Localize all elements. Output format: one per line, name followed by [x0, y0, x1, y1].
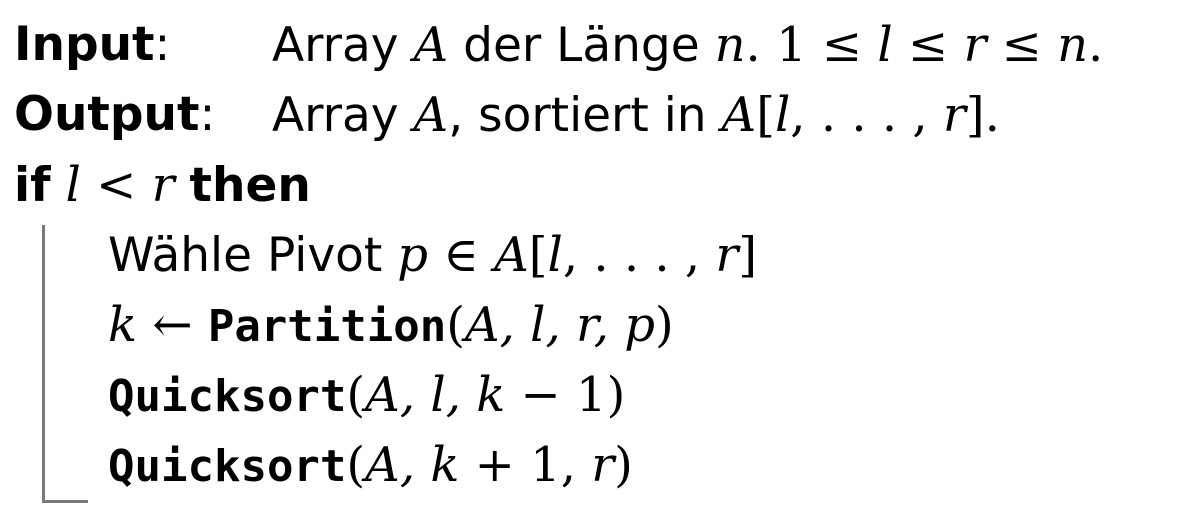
quicksort-left-paren-close: ) — [606, 367, 626, 423]
pivot-dots: , . . . , — [562, 227, 716, 283]
partition-function: Partition — [207, 301, 447, 352]
input-period-2: . — [1088, 17, 1104, 73]
output-var-r: r — [942, 87, 966, 143]
output-bracket-close: ] — [965, 87, 985, 143]
quicksort-right-function: Quicksort — [108, 441, 347, 492]
partition-args: A, l, r, p — [464, 297, 655, 353]
quicksort-right-var-r: r — [591, 437, 615, 493]
condition-var-l: l — [65, 157, 81, 213]
quicksort-right-one: 1 — [530, 437, 561, 493]
output-period: . — [984, 87, 1000, 143]
output-line: Output: Array A, sortiert in A[l, . . . … — [14, 80, 1000, 150]
output-var-a: A — [413, 87, 449, 143]
output-bracket-open: [ — [756, 87, 775, 143]
input-var-r: r — [963, 17, 987, 73]
quicksort-left-function: Quicksort — [108, 371, 347, 422]
input-colon: : — [154, 17, 171, 72]
input-text-array: Array — [272, 18, 414, 73]
then-keyword: then — [189, 158, 311, 213]
output-var-a2: A — [721, 87, 757, 143]
quicksort-left-paren-open: ( — [346, 367, 366, 423]
pivot-in-symbol: ∈ — [428, 227, 495, 283]
pivot-text: Wähle Pivot — [108, 228, 398, 283]
if-line: if l < r then — [14, 150, 311, 220]
input-leq-2: ≤ — [892, 17, 964, 73]
input-line: Input: Array A der Länge n. 1 ≤ l ≤ r ≤ … — [14, 10, 1103, 80]
algorithm-block: Input: Array A der Länge n. 1 ≤ l ≤ r ≤ … — [14, 10, 1174, 510]
quicksort-left-minus: − — [505, 367, 577, 423]
partition-paren-open: ( — [446, 297, 465, 353]
input-var-n: n — [714, 17, 746, 73]
input-label: Input — [14, 17, 155, 72]
partition-paren-close: ) — [654, 297, 674, 353]
quicksort-left-line: Quicksort(A, l, k − 1) — [108, 360, 625, 430]
block-foot-bar — [42, 500, 88, 503]
pivot-var-l: l — [547, 227, 563, 283]
quicksort-left-one: 1 — [576, 367, 607, 423]
pivot-var-a: A — [494, 227, 529, 283]
block-vertical-bar — [42, 225, 45, 503]
input-period-1: . — [745, 17, 777, 73]
pivot-var-r: r — [715, 227, 739, 283]
input-leq-1: ≤ — [806, 17, 878, 73]
assign-arrow: ← — [137, 297, 208, 353]
input-var-a: A — [413, 17, 449, 73]
condition-lt: < — [80, 157, 152, 213]
input-constraint-one: 1 — [776, 17, 807, 73]
pivot-var-p: p — [397, 227, 429, 283]
if-keyword: if — [14, 158, 51, 213]
pivot-line: Wähle Pivot p ∈ A[l, . . . , r] — [108, 220, 757, 290]
quicksort-right-line: Quicksort(A, k + 1, r) — [108, 430, 633, 500]
output-var-l: l — [774, 87, 791, 143]
pivot-bracket-open: [ — [528, 227, 548, 283]
output-label: Output — [14, 87, 200, 142]
quicksort-right-comma: , — [560, 437, 592, 493]
quicksort-right-paren-open: ( — [346, 437, 366, 493]
input-description: Array A der Länge n. 1 ≤ l ≤ r ≤ n. — [272, 10, 1103, 81]
quicksort-left-args: A, l, k — [365, 367, 506, 423]
partition-line: k ← Partition(A, l, r, p) — [108, 290, 674, 360]
output-dots: , . . . , — [790, 87, 943, 143]
input-text-length: der Länge — [448, 18, 715, 73]
input-var-l: l — [877, 17, 893, 73]
pivot-bracket-close: ] — [738, 227, 758, 283]
output-text-sorted: , sortiert in — [448, 88, 722, 143]
output-description: Array A, sortiert in A[l, . . . , r]. — [272, 80, 1000, 151]
quicksort-right-paren-close: ) — [614, 437, 633, 493]
quicksort-right-plus: + — [459, 437, 531, 493]
input-leq-3: ≤ — [986, 17, 1058, 73]
partition-var-k: k — [108, 297, 138, 353]
output-colon: : — [199, 87, 216, 142]
input-var-n2: n — [1057, 17, 1089, 73]
output-text-array: Array — [272, 88, 414, 143]
condition-var-r: r — [151, 157, 175, 213]
quicksort-right-args: A, k — [365, 437, 460, 493]
